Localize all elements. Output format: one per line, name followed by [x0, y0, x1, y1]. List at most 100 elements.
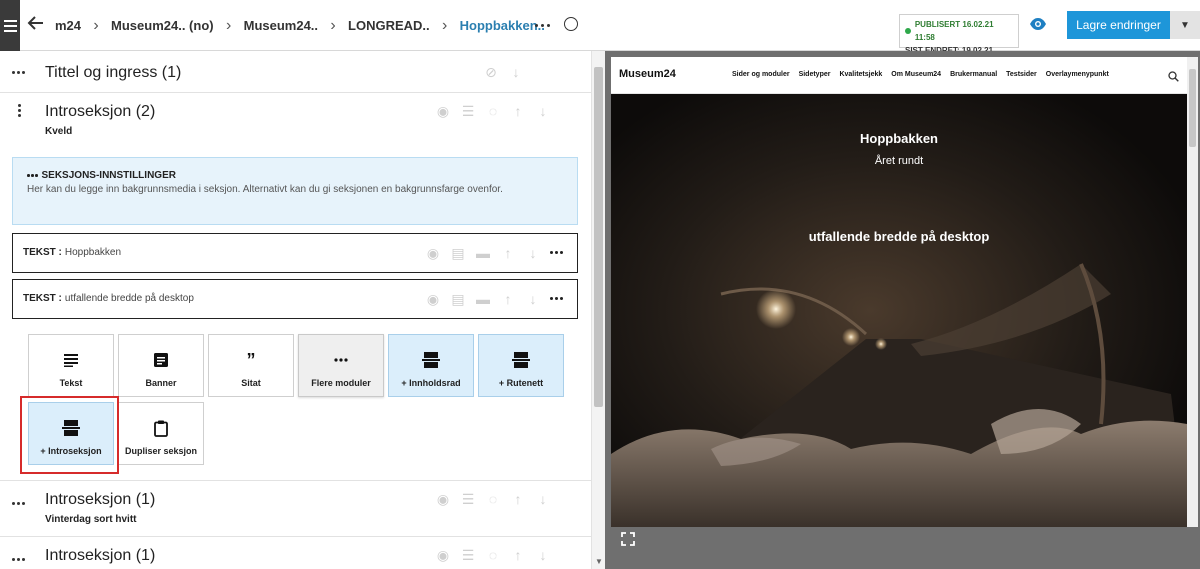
text-block-more-icon[interactable] [550, 297, 563, 300]
module-text-button[interactable]: Tekst [28, 334, 114, 397]
module-more-button[interactable]: Flere moduler [298, 334, 384, 397]
move-up-icon[interactable]: ↑ [510, 103, 526, 119]
palette-icon[interactable]: ◌ [485, 103, 501, 119]
section-settings-panel[interactable]: SEKSJONS-INNSTILLINGER Her kan du legge … [12, 157, 578, 225]
move-up-icon[interactable]: ↑ [500, 245, 516, 261]
section-menu-icon[interactable] [12, 554, 26, 564]
text-block[interactable]: TEKST : Hoppbakken ◉ ▤ ▬ ↑ ↓ [12, 233, 578, 273]
back-arrow-icon[interactable] [27, 14, 47, 36]
document-icon[interactable]: ▤ [450, 291, 466, 307]
move-down-icon[interactable]: ↓ [535, 547, 551, 563]
section-menu-vertical-icon[interactable] [16, 104, 22, 118]
text-block[interactable]: TEKST : utfallende bredde på desktop ◉ ▤ … [12, 279, 578, 319]
chevron-right-icon: › [330, 16, 336, 34]
comment-icon[interactable]: ▬ [475, 245, 491, 261]
add-grid-button[interactable]: + Rutenett [478, 334, 564, 397]
site-menu-item[interactable]: Overlaymenypunkt [1046, 71, 1109, 78]
published-dot-icon [905, 28, 911, 34]
save-dropdown-caret-icon[interactable]: ▼ [1170, 11, 1200, 39]
hero-subtitle: Året rundt [874, 155, 924, 167]
page-preview[interactable]: Museum24 Sider og moduler Sidetyper Kval… [611, 57, 1198, 527]
search-icon[interactable] [1168, 69, 1179, 82]
section-row[interactable]: Introseksjon (1) Vinterdag sort hvitt ◉ … [0, 481, 591, 537]
eye-icon[interactable]: ◉ [435, 491, 451, 507]
hamburger-menu-icon[interactable] [0, 0, 20, 51]
more-options-icon[interactable] [532, 16, 552, 34]
module-label: + Rutenett [498, 378, 544, 388]
move-down-icon[interactable]: ↓ [508, 64, 524, 80]
breadcrumb-item[interactable]: LONGREAD.. [348, 18, 430, 33]
eye-icon[interactable]: ◉ [435, 547, 451, 563]
hero-image: Hoppbakken Året rundt utfallende bredde … [611, 94, 1187, 527]
circle-status-icon[interactable] [564, 17, 578, 31]
move-up-icon[interactable]: ↑ [510, 491, 526, 507]
chevron-right-icon: › [441, 16, 448, 34]
layout-icon[interactable]: ☰ [460, 547, 476, 563]
section-menu-icon[interactable] [12, 498, 26, 508]
layout-icon[interactable]: ☰ [460, 103, 476, 119]
settings-more-icon[interactable] [27, 174, 38, 177]
breadcrumb-item[interactable]: Museum24.. (no) [111, 18, 214, 33]
move-down-icon[interactable]: ↓ [535, 491, 551, 507]
banner-icon [152, 351, 170, 369]
duplicate-section-button[interactable]: Dupliser seksjon [118, 402, 204, 465]
section-row[interactable]: Tittel og ingress (1) ⊘ ↓ [0, 51, 591, 93]
move-down-icon[interactable]: ↓ [525, 245, 541, 261]
move-up-icon[interactable]: ↑ [510, 547, 526, 563]
comment-icon[interactable]: ▬ [475, 291, 491, 307]
eye-icon[interactable]: ◉ [425, 291, 441, 307]
module-label: Flere moduler [311, 378, 371, 388]
preview-navbar: Museum24 Sider og moduler Sidetyper Kval… [611, 57, 1187, 94]
preview-eye-icon[interactable] [1029, 17, 1047, 31]
save-changes-button[interactable]: Lagre endringer [1067, 11, 1170, 39]
hidden-eye-icon[interactable]: ⊘ [483, 64, 499, 80]
grid-icon [512, 351, 530, 369]
eye-icon[interactable]: ◉ [435, 103, 451, 119]
section-title: Introseksjon (1) [45, 547, 156, 564]
site-logo[interactable]: Museum24 [619, 68, 676, 80]
section-title: Introseksjon (2) [45, 103, 156, 120]
breadcrumb-item[interactable]: m24 [55, 18, 81, 33]
preview-scrollbar[interactable] [1187, 57, 1198, 527]
editor-scrollbar[interactable]: ▼ [591, 51, 605, 569]
text-block-more-icon[interactable] [550, 251, 563, 254]
fullscreen-expand-icon[interactable] [620, 531, 636, 547]
move-up-icon[interactable]: ↑ [500, 291, 516, 307]
site-menu-item[interactable]: Kvalitetsjekk [839, 71, 882, 78]
scrollbar-thumb[interactable] [594, 67, 603, 407]
module-label: Sitat [241, 378, 261, 388]
section-subtitle: Vinterdag sort hvitt [45, 514, 137, 525]
layout-icon[interactable]: ☰ [460, 491, 476, 507]
highlight-box [20, 396, 119, 474]
palette-icon[interactable]: ◌ [485, 491, 501, 507]
section-title: Introseksjon (1) [45, 491, 156, 508]
text-block-value: utfallende bredde på desktop [64, 293, 194, 304]
palette-icon[interactable]: ◌ [485, 547, 501, 563]
text-block-value: Hoppbakken [64, 247, 122, 258]
section-row[interactable]: Introseksjon (1) ◉ ☰ ◌ ↑ ↓ [0, 537, 591, 569]
preview-scrollbar-thumb[interactable] [1189, 69, 1196, 147]
document-icon[interactable]: ▤ [450, 245, 466, 261]
text-block-label: TEKST : [23, 293, 62, 304]
section-menu-icon[interactable] [12, 67, 26, 77]
section-editor: Tittel og ingress (1) ⊘ ↓ Introseksjon (… [0, 51, 591, 569]
site-menu-item[interactable]: Om Museum24 [891, 71, 941, 78]
eye-icon[interactable]: ◉ [425, 245, 441, 261]
site-menu-item[interactable]: Sider og moduler [732, 71, 790, 78]
chevron-right-icon: › [93, 16, 99, 34]
top-bar: m24 › Museum24.. (no) › Museum24.. › LON… [0, 0, 1200, 68]
settings-title: SEKSJONS-INNSTILLINGER [41, 170, 176, 181]
module-banner-button[interactable]: Banner [118, 334, 204, 397]
move-down-icon[interactable]: ↓ [535, 103, 551, 119]
scroll-down-arrow-icon[interactable]: ▼ [595, 557, 603, 566]
breadcrumb-item[interactable]: Museum24.. [244, 18, 318, 33]
site-menu-item[interactable]: Brukermanual [950, 71, 997, 78]
move-down-icon[interactable]: ↓ [525, 291, 541, 307]
module-quote-button[interactable]: ” Sitat [208, 334, 294, 397]
add-content-row-button[interactable]: + Innholdsrad [388, 334, 474, 397]
published-date: PUBLISERT 16.02.21 11:58 [914, 20, 994, 42]
module-label: Banner [145, 378, 177, 388]
text-block-label: TEKST : [23, 247, 62, 258]
site-menu-item[interactable]: Sidetyper [799, 71, 831, 78]
site-menu-item[interactable]: Testsider [1006, 71, 1037, 78]
